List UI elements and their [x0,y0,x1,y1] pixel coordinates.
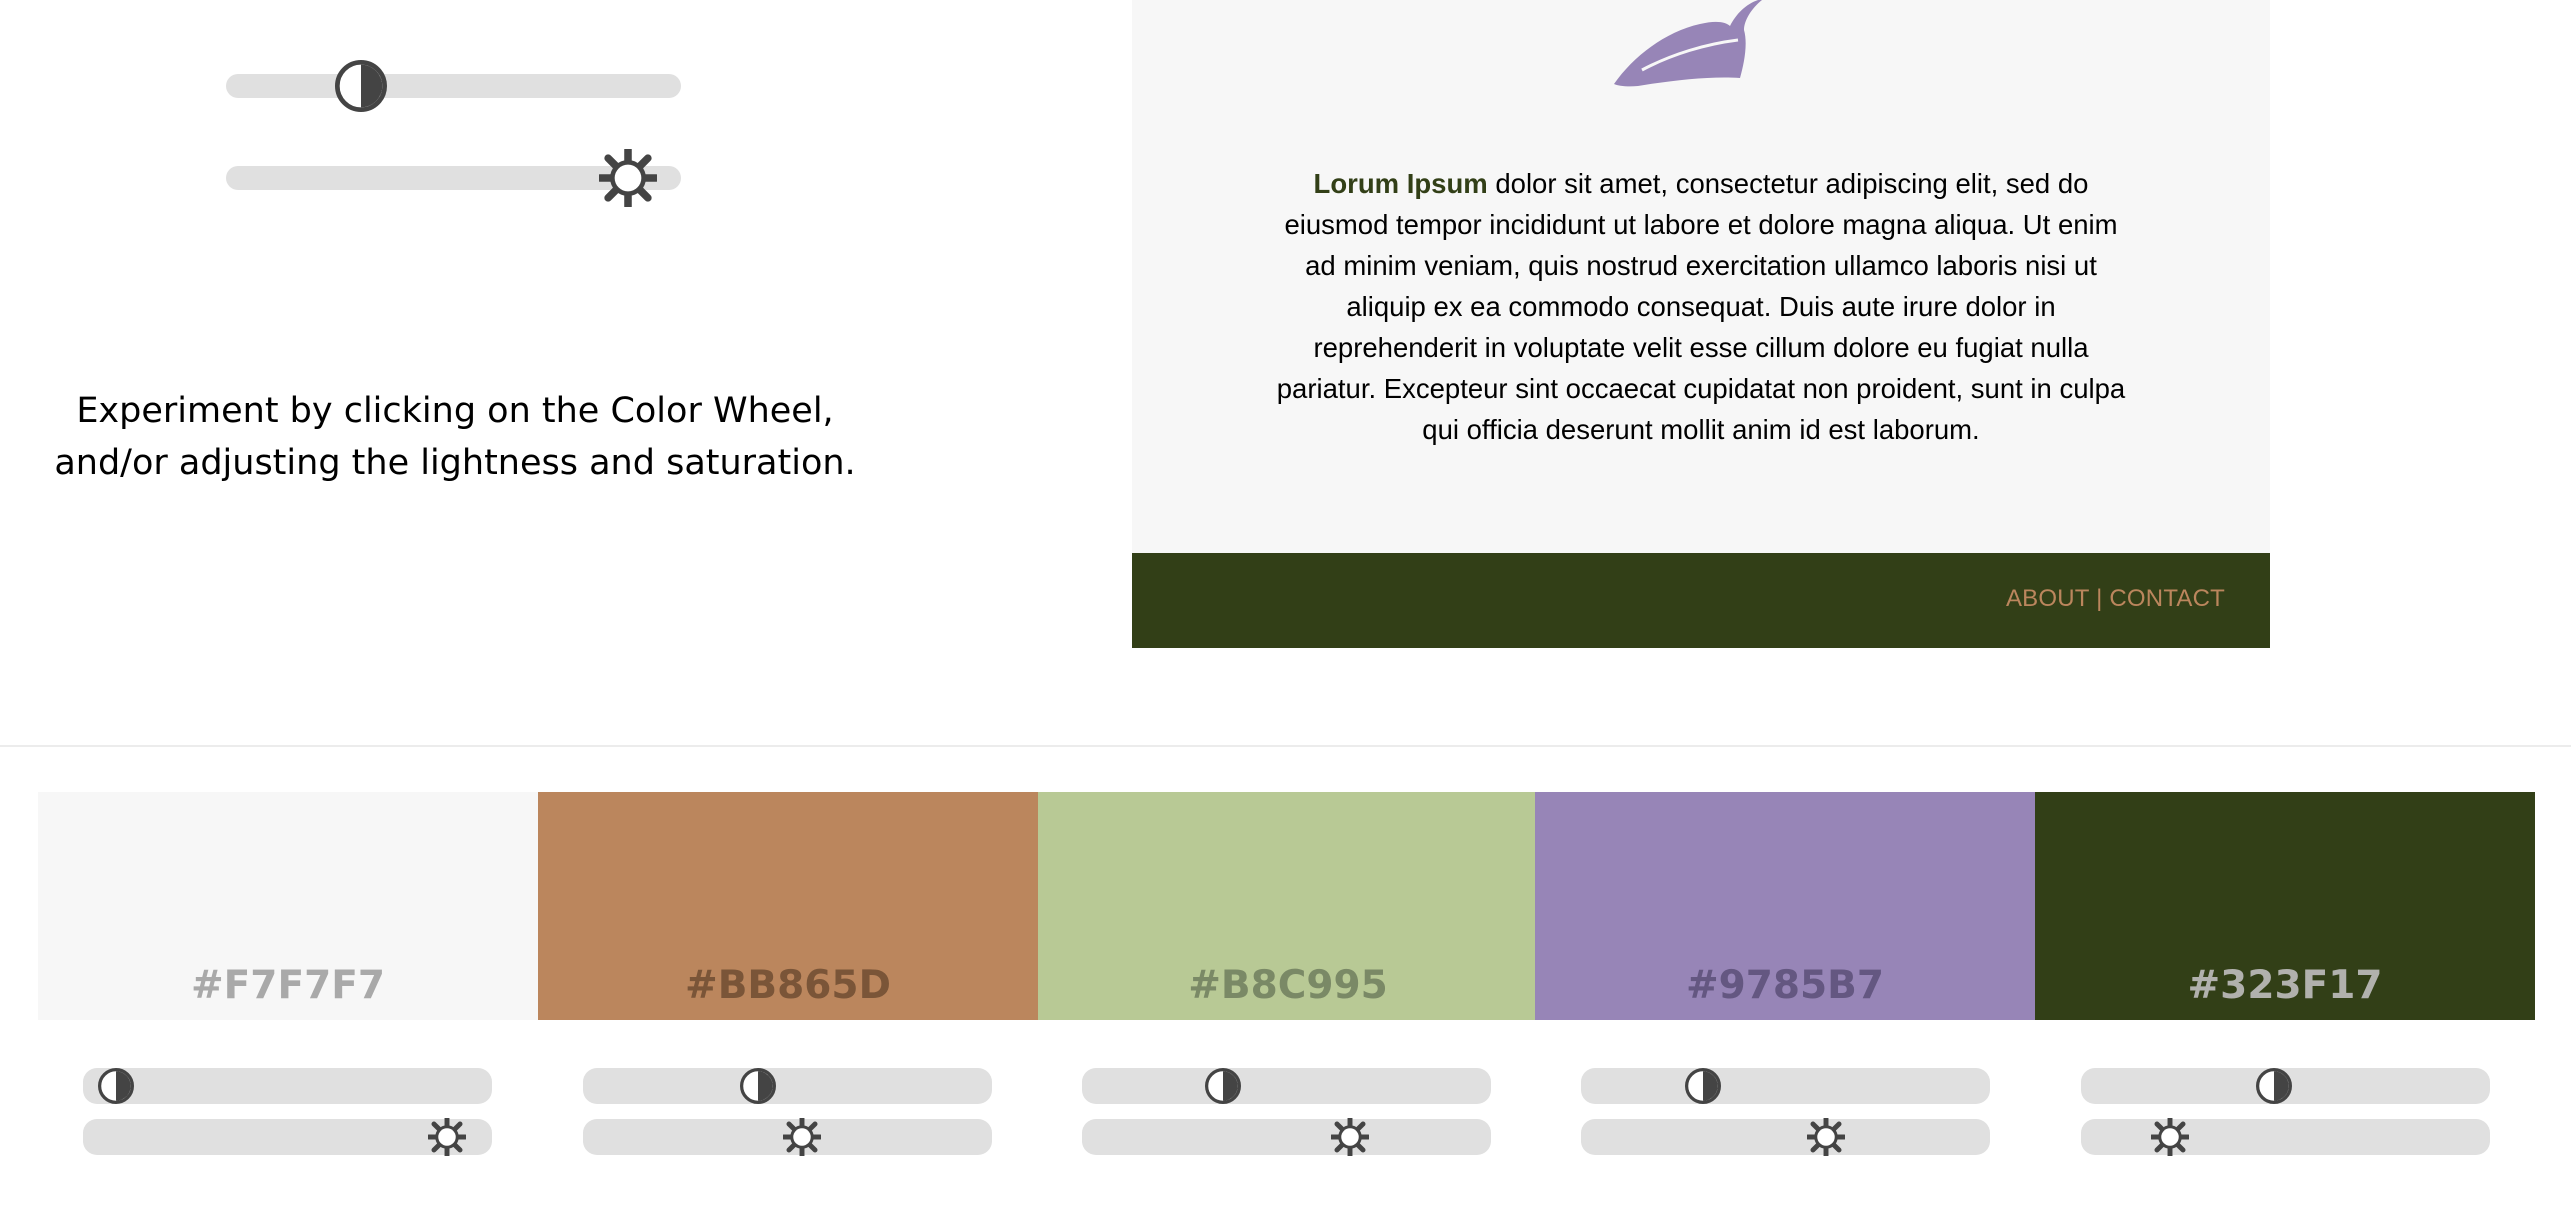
swatch-hex-label: #323F17 [2187,963,2383,1008]
slider-track[interactable] [83,1068,492,1104]
swatch-hex-label: #9785B7 [1685,963,1885,1008]
color-swatch[interactable]: #323F17 [2035,792,2535,1020]
color-swatch[interactable]: #BB865D [538,792,1038,1020]
contrast-icon[interactable] [334,60,387,112]
preview-body-text: dolor sit amet, consectetur adipiscing e… [1276,168,2126,445]
color-swatch[interactable]: #B8C995 [1038,792,1538,1020]
leaf-icon [1612,0,1772,95]
brightness-icon[interactable] [2151,1118,2190,1156]
swatch-hex-label: #F7F7F7 [190,963,385,1008]
brightness-icon[interactable] [1807,1118,1846,1156]
section-divider [0,745,2571,747]
slider-track[interactable] [1082,1068,1491,1104]
swatch-hex-label: #B8C995 [1188,963,1388,1008]
instruction-text: Experiment by clicking on the Color Whee… [20,385,890,489]
swatch-hex-label: #BB865D [685,963,891,1008]
preview-bold-title: Lorum Ipsum [1313,168,1488,199]
slider-track[interactable] [2081,1119,2490,1155]
preview-footer: ABOUT | CONTACT [1132,553,2270,648]
brightness-icon[interactable] [599,149,658,207]
contrast-icon[interactable] [1205,1068,1242,1104]
brightness-icon[interactable] [783,1118,822,1156]
contrast-icon[interactable] [97,1068,134,1104]
preview-paragraph: Lorum Ipsum dolor sit amet, consectetur … [1272,163,2130,450]
color-swatch[interactable]: #F7F7F7 [38,792,538,1020]
swatch-saturation-slider[interactable] [2081,1118,2490,1156]
contrast-icon[interactable] [739,1068,776,1104]
swatch-lightness-slider[interactable] [583,1068,992,1104]
contrast-icon[interactable] [2256,1068,2293,1104]
slider-track[interactable] [583,1068,992,1104]
instruction-line-1: Experiment by clicking on the Color Whee… [76,391,834,431]
saturation-slider[interactable] [226,149,681,207]
swatch-saturation-slider[interactable] [583,1118,992,1156]
brightness-icon[interactable] [428,1118,467,1156]
swatch-saturation-slider[interactable] [1581,1118,1990,1156]
swatch-saturation-slider[interactable] [83,1118,492,1156]
color-swatch[interactable]: #9785B7 [1535,792,2035,1020]
slider-track[interactable] [1082,1119,1491,1155]
swatch-lightness-slider[interactable] [1581,1068,1990,1104]
slider-track[interactable] [226,74,681,98]
swatch-lightness-slider[interactable] [83,1068,492,1104]
footer-nav-links[interactable]: ABOUT | CONTACT [2006,585,2225,613]
preview-card: Lorum Ipsum dolor sit amet, consectetur … [1132,0,2270,553]
slider-track[interactable] [1581,1119,1990,1155]
lightness-slider[interactable] [226,60,681,112]
brightness-icon[interactable] [1330,1118,1369,1156]
swatch-saturation-slider[interactable] [1082,1118,1491,1156]
slider-track[interactable] [1581,1068,1990,1104]
instruction-line-2: and/or adjusting the lightness and satur… [54,443,856,483]
swatch-lightness-slider[interactable] [2081,1068,2490,1104]
swatch-lightness-slider[interactable] [1082,1068,1491,1104]
contrast-icon[interactable] [1685,1068,1722,1104]
